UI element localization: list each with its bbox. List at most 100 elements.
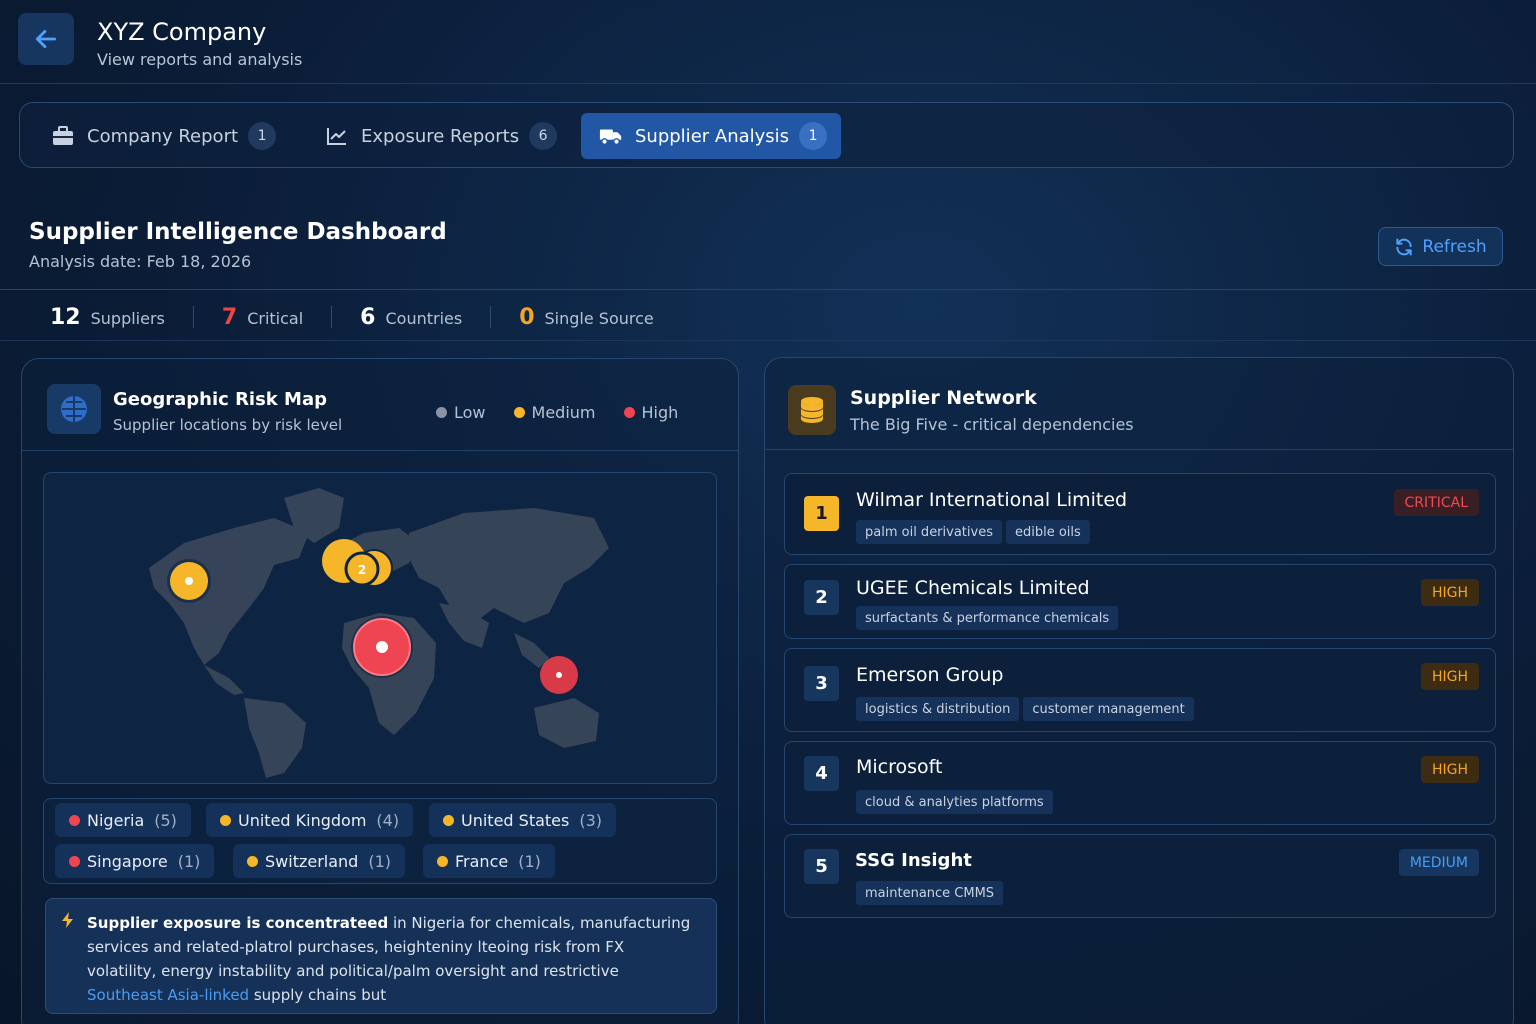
rank-badge: 4 bbox=[804, 756, 839, 791]
country-count: (1) bbox=[518, 851, 541, 871]
back-button[interactable] bbox=[18, 13, 74, 65]
stat-countries: 6 Countries bbox=[360, 305, 462, 330]
legend-dot bbox=[436, 407, 447, 418]
risk-dot bbox=[437, 855, 448, 867]
risk-dot bbox=[220, 814, 231, 826]
country-chip-singapore[interactable]: Singapore (1) bbox=[55, 844, 215, 878]
supplier-tags: palm oil derivatives edible oils bbox=[856, 520, 1094, 544]
divider bbox=[0, 289, 1536, 290]
tab-supplier-analysis[interactable]: Supplier Analysis 1 bbox=[581, 113, 842, 159]
country-count: (1) bbox=[368, 851, 391, 871]
country-name: United States bbox=[461, 810, 570, 830]
risk-badge: HIGH bbox=[1420, 663, 1479, 690]
tab-count-badge: 1 bbox=[248, 122, 277, 150]
supplier-card[interactable]: 3 Emerson Group logistics & distribution… bbox=[784, 648, 1496, 732]
country-count: (3) bbox=[579, 810, 603, 830]
divider bbox=[22, 450, 738, 451]
app-header: XYZ Company View reports and analysis bbox=[0, 0, 1536, 84]
supplier-card[interactable]: 1 Wilmar International Limited palm oil … bbox=[784, 473, 1496, 555]
risk-legend: Low Medium High bbox=[436, 403, 706, 422]
supplier-tags: cloud & analyties platforms bbox=[856, 790, 1057, 814]
map-marker-united-states[interactable] bbox=[167, 559, 211, 603]
stat-label: Critical bbox=[247, 308, 304, 328]
category-tag: maintenance CMMS bbox=[856, 881, 1004, 905]
stat-label: Countries bbox=[385, 308, 463, 328]
rank-badge: 3 bbox=[804, 666, 839, 701]
stat-critical: 7 Critical bbox=[222, 305, 303, 330]
supplier-card[interactable]: 5 SSG Insight maintenance CMMS MEDIUM bbox=[784, 834, 1496, 918]
world-map-graphic: 2 bbox=[149, 488, 609, 778]
dashboard-title: Supplier Intelligence Dashboard bbox=[29, 219, 447, 245]
divider bbox=[765, 449, 1513, 450]
stat-label: Single Source bbox=[544, 308, 654, 328]
country-count: (4) bbox=[376, 810, 400, 830]
tab-company-report[interactable]: Company Report 1 bbox=[51, 113, 277, 159]
insight-bold: Supplier exposure is concentrateed bbox=[87, 914, 389, 932]
legend-high: High bbox=[623, 403, 679, 422]
supplier-card[interactable]: 4 Microsoft cloud & analyties platforms … bbox=[784, 741, 1496, 825]
legend-medium: Medium bbox=[513, 403, 596, 422]
stat-value: 7 bbox=[221, 304, 238, 330]
category-tag: surfactants & performance chemicals bbox=[856, 606, 1119, 630]
panel-subtitle: The Big Five - critical dependencies bbox=[850, 415, 1134, 434]
panel-subtitle: Supplier locations by risk level bbox=[113, 416, 343, 434]
country-name: United Kingdom bbox=[238, 810, 367, 830]
refresh-button[interactable]: Refresh bbox=[1378, 227, 1503, 266]
country-chip-united-kingdom[interactable]: United Kingdom (4) bbox=[206, 803, 414, 837]
category-tag: logistics & distribution bbox=[856, 697, 1020, 721]
country-name: France bbox=[455, 851, 509, 871]
panel-title: Supplier Network bbox=[850, 387, 1037, 409]
rank-badge: 1 bbox=[804, 496, 839, 531]
supplier-name: UGEE Chemicals Limited bbox=[856, 577, 1090, 599]
supplier-name: Emerson Group bbox=[856, 664, 1004, 686]
risk-badge: HIGH bbox=[1420, 756, 1479, 783]
map-marker-nigeria[interactable] bbox=[351, 616, 413, 678]
legend-label: Low bbox=[454, 403, 486, 422]
risk-badge: CRITICAL bbox=[1393, 489, 1479, 516]
line-chart-icon bbox=[325, 124, 349, 148]
refresh-label: Refresh bbox=[1422, 236, 1487, 257]
truck-icon bbox=[599, 124, 623, 148]
legend-dot bbox=[513, 407, 525, 418]
category-tag: edible oils bbox=[1005, 520, 1090, 544]
insight-link[interactable]: Southeast Asia-linked bbox=[87, 986, 249, 1004]
stat-separator bbox=[192, 306, 194, 328]
stats-bar: 12 Suppliers 7 Critical 6 Countries 0 Si… bbox=[50, 301, 654, 333]
supplier-name: Wilmar International Limited bbox=[856, 489, 1128, 511]
divider bbox=[0, 340, 1536, 341]
country-chip-united-states[interactable]: United States (3) bbox=[429, 803, 617, 837]
country-name: Singapore bbox=[87, 851, 168, 871]
risk-dot bbox=[69, 855, 80, 867]
supplier-tags: surfactants & performance chemicals bbox=[856, 606, 1122, 630]
risk-badge: MEDIUM bbox=[1398, 849, 1479, 876]
supplier-network-panel: Supplier Network The Big Five - critical… bbox=[764, 357, 1514, 1024]
category-tag: cloud & analyties platforms bbox=[856, 790, 1053, 814]
stat-value: 0 bbox=[519, 304, 535, 330]
country-chip-nigeria[interactable]: Nigeria (5) bbox=[55, 803, 191, 837]
insight-tail: supply chains but bbox=[249, 986, 387, 1004]
country-chip-france[interactable]: France (1) bbox=[423, 844, 555, 878]
stat-separator bbox=[331, 306, 333, 328]
rank-badge: 2 bbox=[804, 580, 839, 615]
risk-dot bbox=[69, 814, 80, 826]
insight-box: Supplier exposure is concentrateed in Ni… bbox=[45, 898, 717, 1014]
analysis-date: Analysis date: Feb 18, 2026 bbox=[29, 252, 252, 271]
legend-label: High bbox=[641, 403, 679, 422]
country-count: (5) bbox=[154, 810, 177, 830]
world-map[interactable]: 2 bbox=[43, 472, 717, 784]
tab-exposure-reports[interactable]: Exposure Reports 6 bbox=[325, 113, 558, 159]
supplier-card[interactable]: 2 UGEE Chemicals Limited surfactants & p… bbox=[784, 564, 1496, 639]
database-icon bbox=[788, 385, 836, 435]
stat-value: 12 bbox=[50, 304, 81, 330]
panel-title: Geographic Risk Map bbox=[113, 389, 327, 410]
map-marker-singapore[interactable] bbox=[540, 656, 578, 694]
country-name: Switzerland bbox=[265, 851, 359, 871]
tab-label: Company Report bbox=[87, 125, 239, 147]
lightning-icon bbox=[62, 912, 73, 928]
app-subtitle: View reports and analysis bbox=[97, 50, 303, 69]
supplier-tags: logistics & distribution customer manage… bbox=[856, 697, 1198, 721]
supplier-name: SSG Insight bbox=[855, 850, 972, 871]
country-chip-switzerland[interactable]: Switzerland (1) bbox=[233, 844, 405, 878]
legend-dot bbox=[623, 407, 635, 418]
supplier-name: Microsoft bbox=[856, 756, 943, 778]
